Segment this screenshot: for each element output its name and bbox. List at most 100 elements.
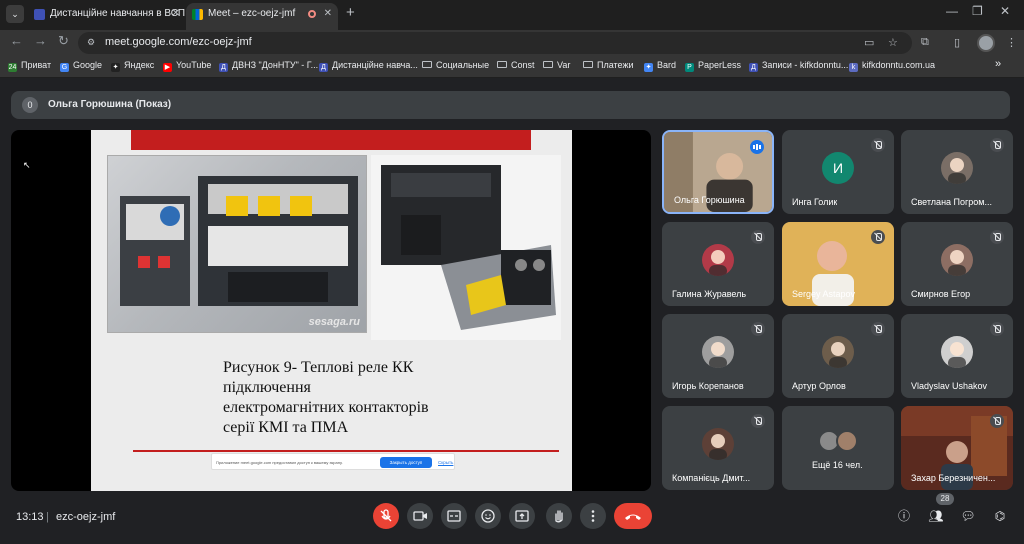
camera-icon	[413, 511, 427, 521]
participant-name: Компанієць Дмит...	[672, 473, 751, 483]
mic-off-button[interactable]	[373, 503, 399, 529]
bookmark-item[interactable]: G Google	[60, 60, 102, 72]
bookmark-label: Var	[557, 60, 571, 70]
bookmark-label: Яндекс	[124, 60, 155, 70]
bookmark-item[interactable]: ✦ Яндекс	[111, 60, 154, 72]
window-close-icon[interactable]: ✕	[1000, 4, 1010, 18]
avatar	[941, 336, 973, 368]
address-bar[interactable]: ⚙ meet.google.com/ezc-oejz-jmf ▭ ☆	[78, 32, 912, 54]
folder-icon	[583, 61, 593, 68]
meeting-info-icon[interactable]: ⓘ	[895, 507, 913, 525]
new-tab-button[interactable]: +	[346, 4, 355, 21]
bookmark-item[interactable]: Var	[543, 60, 570, 70]
share-notice-text: Приложение meet.google.com предоставил д…	[216, 460, 343, 465]
profile-avatar[interactable]	[977, 34, 995, 52]
participant-name: Vladyslav Ushakov	[911, 381, 988, 391]
slide-header-bar	[131, 130, 531, 150]
close-icon[interactable]: ✕	[324, 3, 332, 25]
mic-off-icon	[751, 230, 765, 244]
bookmark-item[interactable]: Платежи	[583, 60, 634, 70]
participant-tile[interactable]: Vladyslav Ushakov	[901, 314, 1013, 398]
bookmark-star-icon[interactable]: ☆	[888, 36, 898, 49]
tab-search-button[interactable]: ⌄	[6, 5, 24, 23]
bookmark-label: Платежи	[597, 60, 634, 70]
browser-tab-strip: ⌄ Дистанційне навчання в ВСП ✕ Meet – ez…	[0, 0, 1024, 30]
participant-name: Ольга Горюшина	[674, 195, 745, 205]
bookmarks-bar: 24 Приват G Google ✦ Яндекс ▶ YouTube Д ДВНЗ "Дон…	[0, 56, 1024, 78]
back-icon[interactable]: ←	[10, 33, 23, 48]
people-icon[interactable]: 👥︎	[927, 507, 945, 525]
stop-sharing-button[interactable]: Закрыть доступ	[380, 457, 432, 468]
bookmark-item[interactable]: Д Дистанційне навча...	[319, 60, 418, 72]
bookmark-item[interactable]: Д ДВНЗ "ДонНТУ" - Г...	[219, 60, 318, 72]
restore-icon[interactable]: ❐	[972, 4, 983, 18]
chat-icon[interactable]: 💬︎	[959, 507, 977, 525]
bookmark-item[interactable]: 24 Приват	[8, 60, 51, 72]
presentation-stage[interactable]: ↖ sesaga.ru Рисунок 9- Теплові реле КК п…	[11, 130, 651, 491]
participant-tile[interactable]: Ольга Горюшина	[662, 130, 774, 214]
participant-tile[interactable]: Игорь Корепанов	[662, 314, 774, 398]
bookmark-item[interactable]: P PaperLess	[685, 60, 741, 72]
browser-toolbar: ← → ↻ ⚙ meet.google.com/ezc-oejz-jmf ▭ ☆…	[0, 30, 1024, 56]
activities-icon[interactable]: ⌬	[991, 507, 1009, 525]
present-button[interactable]	[509, 503, 535, 529]
emoji-icon	[481, 509, 495, 523]
bookmark-item[interactable]: ✦ Bard	[644, 60, 676, 72]
university-favicon-icon	[34, 9, 45, 20]
slide-watermark: sesaga.ru	[308, 316, 360, 328]
browser-menu-icon[interactable]: ⋮	[1006, 36, 1017, 49]
tab-distance-learning[interactable]: Дистанційне навчання в ВСП ✕	[28, 3, 186, 30]
close-icon[interactable]: ✕	[172, 3, 180, 25]
bookmark-item[interactable]: Социальные	[422, 60, 489, 70]
bookmark-item[interactable]: k kifkdonntu.com.ua	[849, 60, 935, 72]
relay-photo	[371, 155, 561, 340]
bookmark-favicon-icon: Д	[219, 63, 228, 72]
participant-tile[interactable]: Смирнов Егор	[901, 222, 1013, 306]
participant-tile[interactable]: Захар Березничен...	[901, 406, 1013, 490]
leave-call-button[interactable]	[614, 503, 652, 529]
screen-share-notice: Приложение meet.google.com предоставил д…	[211, 453, 455, 470]
speaking-indicator-icon	[750, 140, 764, 154]
side-panel-icon[interactable]: ▯	[954, 36, 960, 49]
bookmark-favicon-icon: Д	[749, 63, 758, 72]
tab-meet[interactable]: Meet – ezc-oejz-jmf ✕	[186, 3, 338, 30]
site-info-icon[interactable]: ⚙	[87, 37, 95, 48]
hide-notice-link[interactable]: Скрыть	[438, 460, 453, 465]
tab-title: Дистанційне навчання в ВСП	[50, 8, 186, 19]
hand-icon	[555, 510, 563, 523]
camera-status-icon[interactable]: ▭	[864, 36, 874, 49]
minimize-icon[interactable]: —	[946, 4, 958, 18]
avatar	[836, 430, 858, 452]
meeting-time: 13:13	[16, 511, 44, 523]
bookmark-label: Приват	[21, 60, 52, 70]
participant-tile[interactable]: Артур Орлов	[782, 314, 894, 398]
more-bookmarks-icon[interactable]: »	[995, 58, 1001, 70]
bookmark-item[interactable]: Const	[497, 60, 535, 70]
camera-button[interactable]	[407, 503, 433, 529]
bookmark-item[interactable]: Д Записи - kifkdonntu...	[749, 60, 848, 72]
more-options-button[interactable]	[580, 503, 606, 529]
forward-icon[interactable]: →	[34, 33, 47, 48]
mic-off-icon	[871, 138, 885, 152]
participant-name: Sergey Astapov	[792, 289, 856, 299]
bookmark-item[interactable]: ▶ YouTube	[163, 60, 211, 72]
extensions-icon[interactable]: ⧉	[921, 36, 929, 49]
reload-icon[interactable]: ↻	[58, 33, 69, 49]
participant-tile[interactable]: Ещё 16 чел.	[782, 406, 894, 490]
captions-icon	[447, 510, 461, 522]
meeting-code: ezc-oejz-jmf	[56, 511, 116, 523]
participant-tile[interactable]: Компанієць Дмит...	[662, 406, 774, 490]
participant-tile[interactable]: Sergey Astapov	[782, 222, 894, 306]
captions-button[interactable]	[441, 503, 467, 529]
avatar	[941, 244, 973, 276]
participant-tile[interactable]: И Инга Голик	[782, 130, 894, 214]
mic-off-icon	[990, 230, 1004, 244]
tab-title: Meet – ezc-oejz-jmf	[208, 8, 296, 19]
mic-off-icon	[871, 322, 885, 336]
participant-tile[interactable]: Галина Журавель	[662, 222, 774, 306]
participant-tile[interactable]: Светлана Погром...	[901, 130, 1013, 214]
reactions-button[interactable]	[475, 503, 501, 529]
separator: |	[46, 511, 49, 523]
bookmark-favicon-icon: k	[849, 63, 858, 72]
raise-hand-button[interactable]	[546, 503, 572, 529]
